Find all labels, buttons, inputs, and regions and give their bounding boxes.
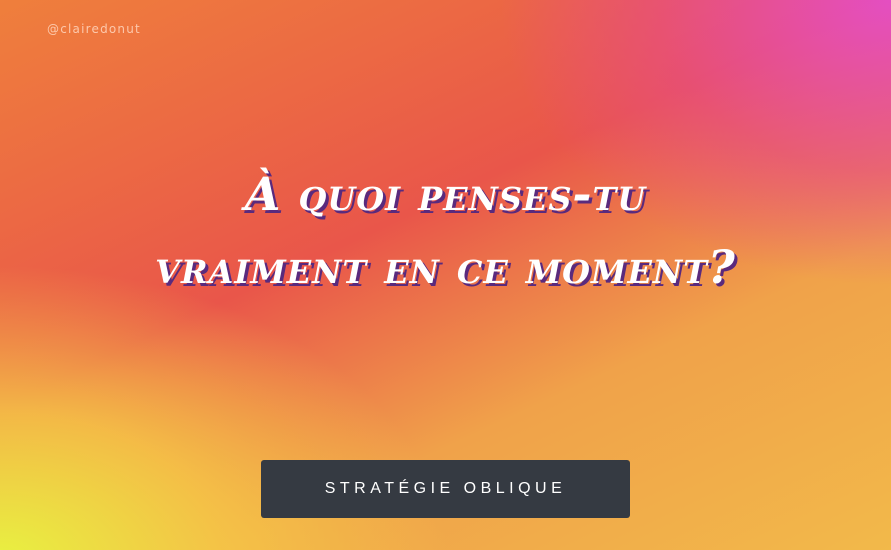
oblique-strategy-prompt: À quoi penses-tu vraiment en ce moment? (155, 167, 736, 294)
author-handle: @clairedonut (47, 22, 141, 36)
oblique-strategy-button[interactable]: STRATÉGIE OBLIQUE (261, 460, 630, 518)
